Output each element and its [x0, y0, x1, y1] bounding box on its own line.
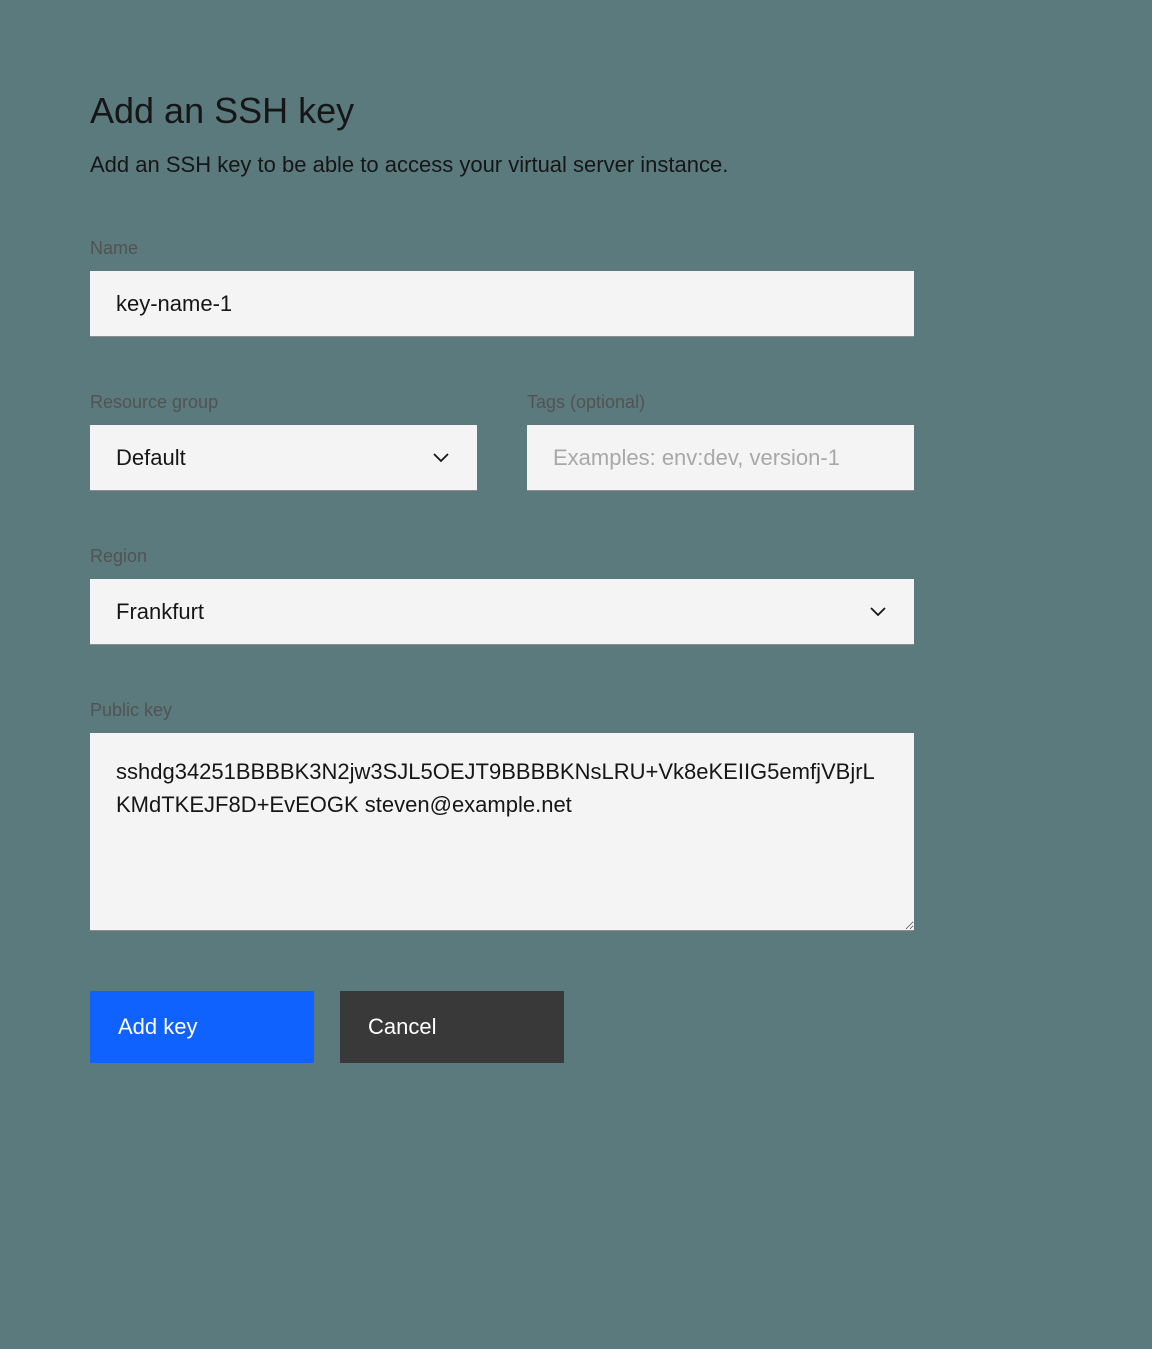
cancel-button[interactable]: Cancel — [340, 991, 564, 1063]
button-row: Add key Cancel — [90, 991, 914, 1063]
tags-field-group: Tags (optional) — [527, 392, 914, 491]
chevron-down-icon — [868, 602, 888, 622]
region-field-group: Region Frankfurt — [90, 546, 914, 645]
resource-group-field-group: Resource group Default — [90, 392, 477, 491]
resource-group-value: Default — [116, 445, 186, 471]
resource-group-dropdown[interactable]: Default — [90, 425, 477, 491]
name-field-group: Name — [90, 238, 914, 337]
public-key-label: Public key — [90, 700, 914, 721]
tags-input[interactable] — [527, 425, 914, 491]
name-label: Name — [90, 238, 914, 259]
page-title: Add an SSH key — [90, 90, 914, 132]
name-input[interactable] — [90, 271, 914, 337]
public-key-field-group: Public key — [90, 700, 914, 936]
region-label: Region — [90, 546, 914, 567]
add-ssh-key-form: Add an SSH key Add an SSH key to be able… — [90, 90, 914, 1063]
region-dropdown[interactable]: Frankfurt — [90, 579, 914, 645]
resource-group-label: Resource group — [90, 392, 477, 413]
page-subtitle: Add an SSH key to be able to access your… — [90, 152, 914, 178]
chevron-down-icon — [431, 448, 451, 468]
add-key-button[interactable]: Add key — [90, 991, 314, 1063]
region-value: Frankfurt — [116, 599, 204, 625]
public-key-textarea[interactable] — [90, 733, 914, 931]
tags-label: Tags (optional) — [527, 392, 914, 413]
